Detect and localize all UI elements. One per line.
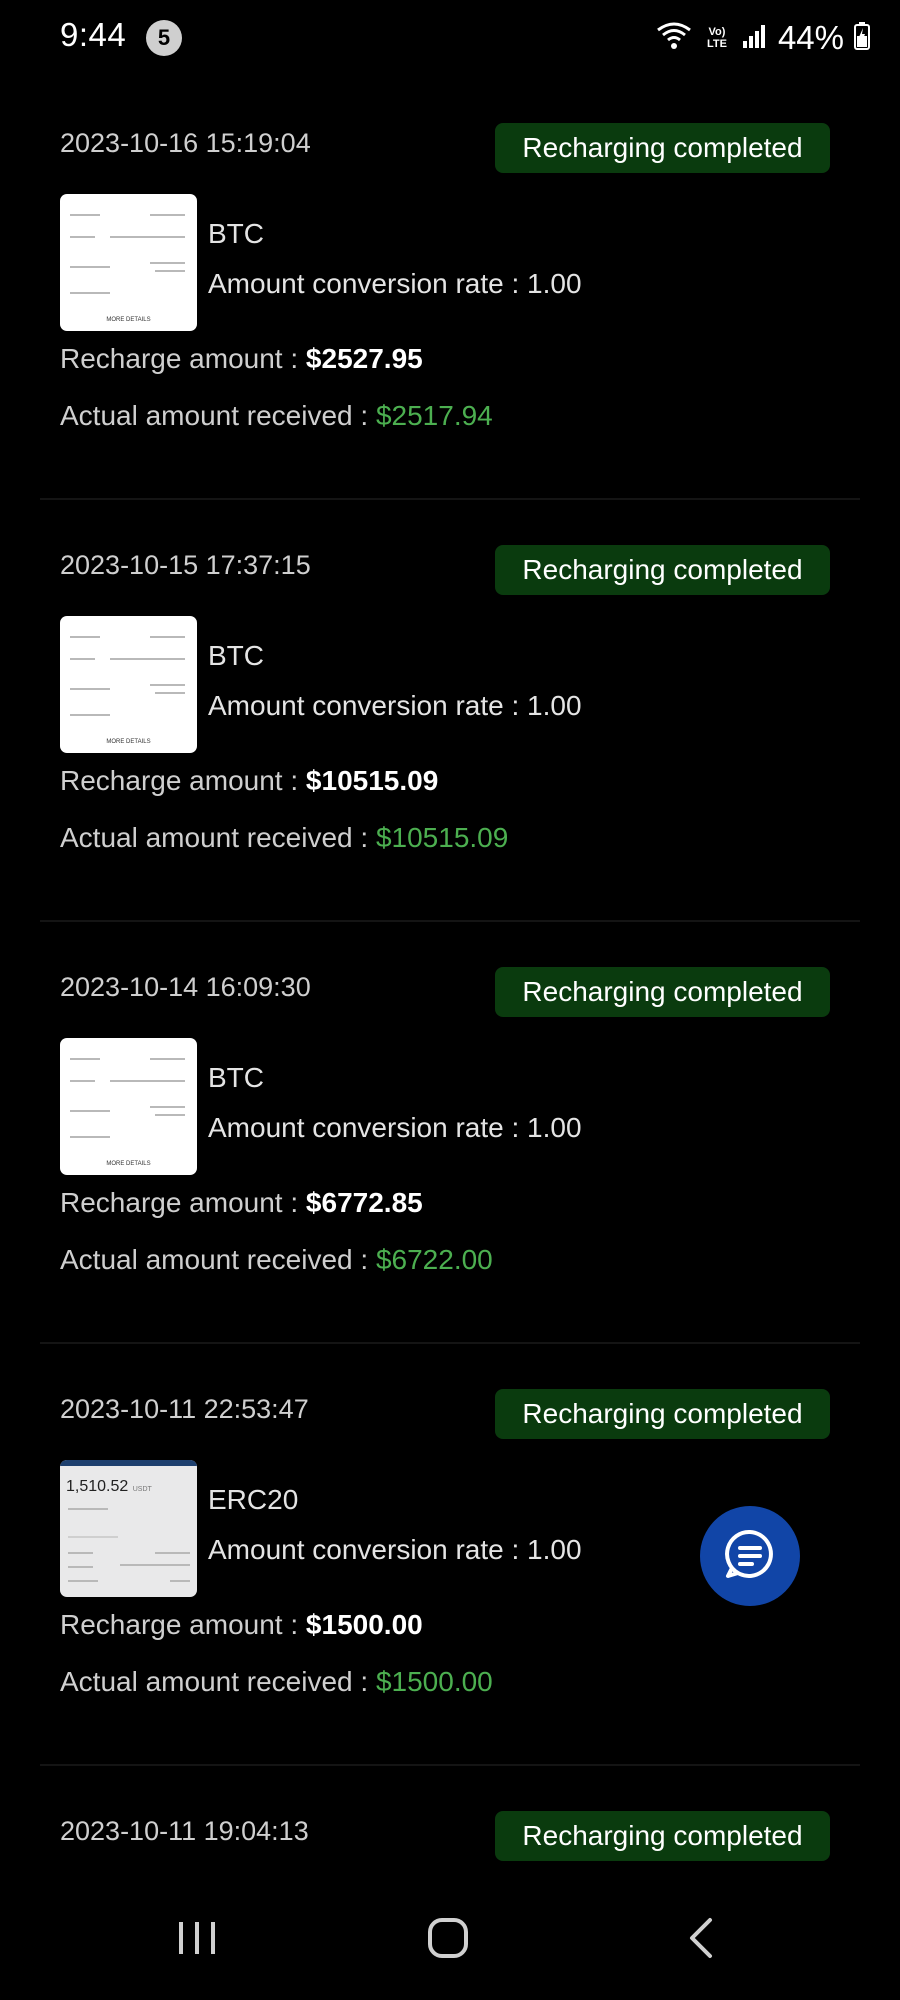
recharge-amount: Recharge amount : $6772.85: [60, 1187, 423, 1219]
recharge-amount-label: Recharge amount :: [60, 1609, 306, 1640]
recharge-amount: Recharge amount : $1500.00: [60, 1609, 423, 1641]
received-amount: Actual amount received : $2517.94: [60, 400, 493, 432]
conversion-rate-label: Amount conversion rate :: [208, 268, 528, 299]
received-amount-value: $6722.00: [375, 1244, 493, 1275]
conversion-rate-value: 1.00: [527, 1534, 582, 1565]
received-amount-value: $1500.00: [375, 1666, 493, 1697]
receipt-thumbnail[interactable]: 1,510.52 USDT: [60, 1460, 197, 1597]
thumbnail-more-details: MORE DETAILS: [106, 739, 151, 745]
home-icon: [426, 1916, 470, 1965]
coin-type: ERC20: [208, 1484, 299, 1515]
conversion-rate: Amount conversion rate : 1.00: [208, 268, 582, 300]
receipt-thumbnail[interactable]: MORE DETAILS: [60, 1038, 197, 1175]
recharge-record[interactable]: 2023-10-15 17:37:15 Recharging completed…: [0, 500, 900, 922]
received-amount-value: $2517.94: [375, 400, 493, 431]
conversion-rate-value: 1.00: [527, 1112, 582, 1143]
clock: 9:44: [60, 16, 127, 53]
conversion-rate: Amount conversion rate : 1.00: [208, 1534, 582, 1566]
conversion-rate-value: 1.00: [527, 268, 582, 299]
wifi-icon: [656, 20, 692, 57]
record-datetime: 2023-10-11 22:53:47: [60, 1394, 309, 1424]
recharge-record[interactable]: 2023-10-14 16:09:30 Recharging completed…: [0, 922, 900, 1344]
coin-type: BTC: [208, 218, 264, 249]
conversion-rate: Amount conversion rate : 1.00: [208, 1112, 582, 1144]
thumbnail-amount-value: 1,510.52: [66, 1478, 129, 1495]
recharge-amount-label: Recharge amount :: [60, 1187, 306, 1218]
recent-apps-button[interactable]: [157, 1910, 237, 1970]
recharge-amount-label: Recharge amount :: [60, 343, 306, 374]
signal-icon: [742, 23, 768, 54]
thumbnail-more-details: MORE DETAILS: [106, 317, 151, 323]
back-icon: [686, 1916, 716, 1965]
status-badge: Recharging completed: [495, 1811, 830, 1861]
received-amount-label: Actual amount received :: [60, 1666, 376, 1697]
conversion-rate-label: Amount conversion rate :: [208, 1534, 528, 1565]
record-datetime: 2023-10-11 19:04:13: [60, 1816, 309, 1846]
recharge-amount-value: $10515.09: [305, 765, 439, 796]
recharge-record[interactable]: 2023-10-11 19:04:13 Recharging completed: [0, 1766, 900, 1886]
received-amount-value: $10515.09: [375, 822, 509, 853]
status-badge: Recharging completed: [495, 1389, 830, 1439]
status-badge: Recharging completed: [495, 967, 830, 1017]
battery-percent: 44%: [777, 19, 844, 56]
back-button[interactable]: [661, 1910, 741, 1970]
recharge-record[interactable]: 2023-10-16 15:19:04 Recharging completed…: [0, 78, 900, 500]
record-datetime: 2023-10-16 15:19:04: [60, 128, 311, 158]
record-datetime: 2023-10-14 16:09:30: [60, 972, 311, 1002]
received-amount-label: Actual amount received :: [60, 400, 376, 431]
chat-bubble-icon: [722, 1526, 778, 1587]
received-amount: Actual amount received : $6722.00: [60, 1244, 493, 1276]
notification-count-badge: 5: [146, 20, 182, 56]
received-amount: Actual amount received : $1500.00: [60, 1666, 493, 1698]
recent-apps-icon: [175, 1918, 219, 1963]
conversion-rate: Amount conversion rate : 1.00: [208, 690, 582, 722]
receipt-thumbnail[interactable]: MORE DETAILS: [60, 194, 197, 331]
system-nav-bar: [0, 1880, 900, 2000]
thumbnail-more-details: MORE DETAILS: [106, 1161, 151, 1167]
recharge-amount-label: Recharge amount :: [60, 765, 306, 796]
status-badge: Recharging completed: [495, 545, 830, 595]
received-amount: Actual amount received : $10515.09: [60, 822, 508, 854]
status-bar: 9:44 5 Vo) LTE 44%: [0, 0, 900, 76]
recharge-amount-value: $2527.95: [305, 343, 423, 374]
coin-type: BTC: [208, 640, 264, 671]
conversion-rate-label: Amount conversion rate :: [208, 1112, 528, 1143]
battery-charging-icon: [854, 21, 870, 55]
recharge-amount-value: $6772.85: [305, 1187, 423, 1218]
received-amount-label: Actual amount received :: [60, 822, 376, 853]
recharge-amount: Recharge amount : $2527.95: [60, 343, 423, 375]
received-amount-label: Actual amount received :: [60, 1244, 376, 1275]
chat-support-button[interactable]: [700, 1506, 800, 1606]
coin-type: BTC: [208, 1062, 264, 1093]
thumbnail-amount-unit: USDT: [132, 1486, 152, 1493]
recharge-record-list: 2023-10-16 15:19:04 Recharging completed…: [0, 78, 900, 1886]
recharge-amount-value: $1500.00: [305, 1609, 423, 1640]
recharge-amount: Recharge amount : $10515.09: [60, 765, 438, 797]
conversion-rate-value: 1.00: [527, 690, 582, 721]
status-icons: Vo) LTE 44%: [656, 18, 870, 58]
thumbnail-amount: 1,510.52 USDT: [66, 1478, 152, 1496]
status-badge: Recharging completed: [495, 123, 830, 173]
receipt-thumbnail[interactable]: MORE DETAILS: [60, 616, 197, 753]
volte-lte-icon: Vo) LTE: [706, 26, 727, 50]
home-button[interactable]: [408, 1910, 488, 1970]
record-datetime: 2023-10-15 17:37:15: [60, 550, 311, 580]
conversion-rate-label: Amount conversion rate :: [208, 690, 528, 721]
